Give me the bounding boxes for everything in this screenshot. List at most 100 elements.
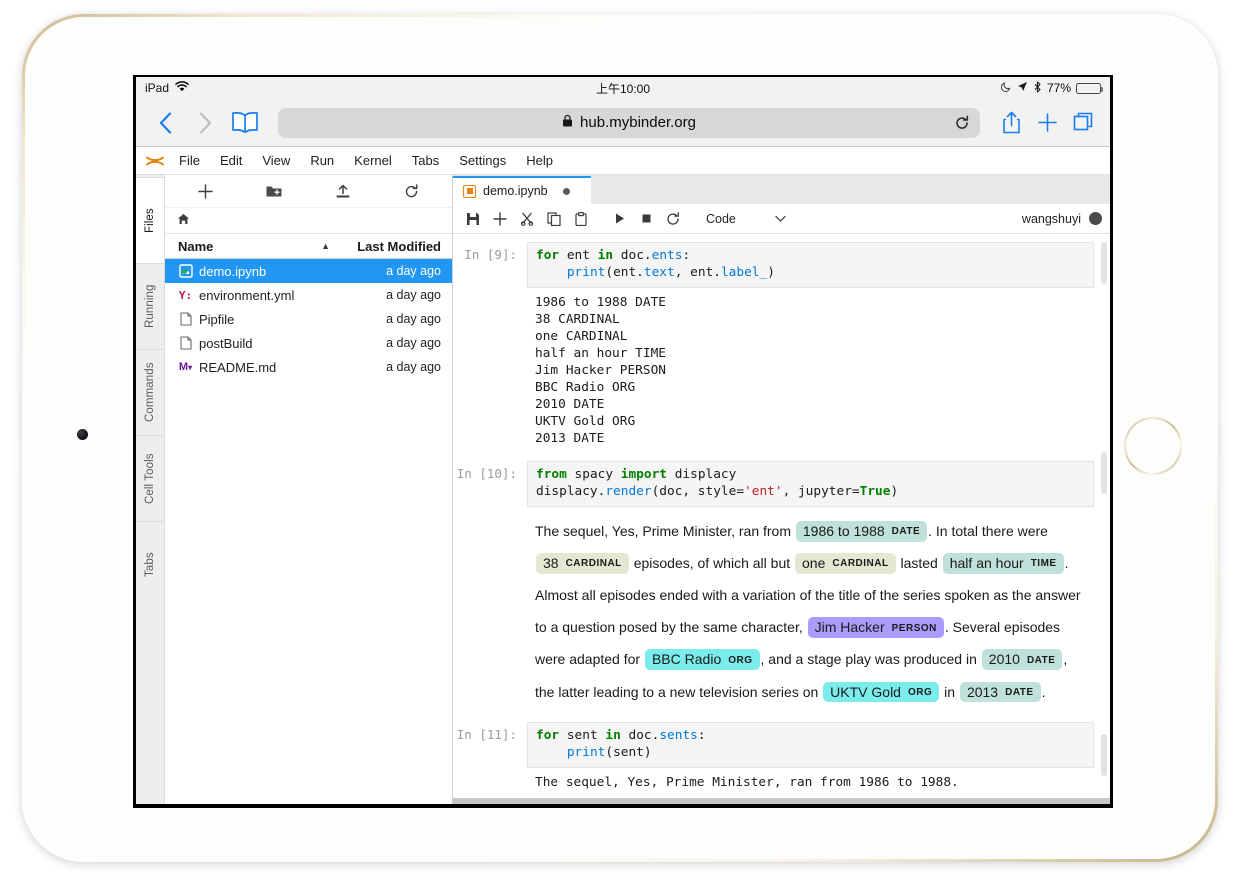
entity-cardinal: oneCARDINAL xyxy=(795,553,896,574)
wifi-icon xyxy=(175,81,189,95)
notebook-scroll-area[interactable]: In [9]: for ent in doc.ents: print(ent.t… xyxy=(453,234,1110,798)
menu-edit[interactable]: Edit xyxy=(211,149,251,172)
stop-icon[interactable] xyxy=(634,207,658,231)
file-name: postBuild xyxy=(199,336,252,351)
menu-file[interactable]: File xyxy=(170,149,209,172)
sidebar-item-running[interactable]: Running xyxy=(136,263,164,349)
column-header-name[interactable]: Name ▲ xyxy=(165,239,340,254)
notebook-cell[interactable]: In [11]: for sent in doc.sents: print(se… xyxy=(453,722,1094,793)
menu-kernel[interactable]: Kernel xyxy=(345,149,401,172)
close-icon[interactable] xyxy=(563,188,570,195)
reload-button[interactable] xyxy=(950,111,974,135)
carrier-label: iPad xyxy=(145,81,169,95)
sidebar-item-commands[interactable]: Commands xyxy=(136,349,164,435)
cell-prompt: In [9]: xyxy=(453,242,527,449)
list-item[interactable]: Y: environment.yml a day ago xyxy=(165,283,452,307)
sidebar-item-tabs[interactable]: Tabs xyxy=(136,521,164,607)
displacy-entity-output: The sequel, Yes, Prime Minister, ran fro… xyxy=(527,507,1094,712)
sort-ascending-icon: ▲ xyxy=(321,241,330,251)
notebook-icon xyxy=(463,185,476,198)
column-header-last-modified[interactable]: Last Modified xyxy=(340,239,452,254)
save-icon[interactable] xyxy=(461,207,485,231)
copy-icon[interactable] xyxy=(542,207,566,231)
insert-cell-icon[interactable] xyxy=(488,207,512,231)
file-modified: a day ago xyxy=(340,264,452,278)
battery-icon xyxy=(1076,83,1101,94)
file-name: Pipfile xyxy=(199,312,234,327)
chevron-down-icon xyxy=(775,212,786,226)
displacy-text: . In total there were xyxy=(928,523,1048,539)
tabs-overview-button[interactable] xyxy=(1068,108,1098,138)
menu-run[interactable]: Run xyxy=(301,149,343,172)
play-icon[interactable] xyxy=(607,207,631,231)
do-not-disturb-moon-icon xyxy=(1001,81,1012,95)
share-button[interactable] xyxy=(996,108,1026,138)
home-button[interactable] xyxy=(1124,417,1182,475)
location-arrow-icon xyxy=(1017,81,1028,95)
list-item[interactable]: M▾ README.md a day ago xyxy=(165,355,452,379)
entity-date: 2010DATE xyxy=(982,649,1063,670)
jupyter-logo-icon xyxy=(142,149,168,173)
list-item[interactable]: postBuild a day ago xyxy=(165,331,452,355)
jupyterlab-menu-bar: File Edit View Run Kernel Tabs Settings … xyxy=(136,147,1110,175)
dock-bottom-edge xyxy=(453,798,1110,804)
running-indicator-dot xyxy=(182,269,187,274)
kernel-user-status[interactable]: wangshuyi xyxy=(1022,212,1102,226)
notebook-tab-bar: demo.ipynb xyxy=(453,175,1110,204)
new-tab-button[interactable] xyxy=(1032,108,1062,138)
jupyterlab-main: Files Running Commands Cell Tools Tabs xyxy=(136,175,1110,804)
lock-icon xyxy=(562,114,573,131)
sidebar-item-files[interactable]: Files xyxy=(136,177,164,263)
displacy-text: in xyxy=(944,684,959,700)
notebook-toolbar: Code wangshuyi xyxy=(453,204,1110,234)
notebook-scrollbar[interactable] xyxy=(1100,234,1108,798)
file-list: demo.ipynb a day ago Y: environment.yml xyxy=(165,259,452,379)
forward-button[interactable] xyxy=(188,106,222,140)
new-launcher-button[interactable] xyxy=(171,177,240,205)
menu-view[interactable]: View xyxy=(253,149,299,172)
upload-icon[interactable] xyxy=(309,177,378,205)
ipad-screen: iPad 上午10:00 xyxy=(133,75,1113,808)
cell-type-select[interactable]: Code xyxy=(698,208,790,230)
code-editor[interactable]: for ent in doc.ents: print(ent.text, ent… xyxy=(527,242,1094,288)
entity-person: Jim HackerPERSON xyxy=(808,617,944,638)
menu-settings[interactable]: Settings xyxy=(450,149,515,172)
list-item[interactable]: Pipfile a day ago xyxy=(165,307,452,331)
back-button[interactable] xyxy=(148,106,182,140)
file-name: environment.yml xyxy=(199,288,294,303)
paste-icon[interactable] xyxy=(569,207,593,231)
url-text: hub.mybinder.org xyxy=(580,114,696,131)
bookmarks-button[interactable] xyxy=(228,106,262,140)
notebook-cell[interactable]: In [10]: from spacy import displacy disp… xyxy=(453,461,1094,712)
restart-icon[interactable] xyxy=(661,207,685,231)
breadcrumb[interactable] xyxy=(165,208,452,234)
entity-date: 2013DATE xyxy=(960,682,1041,703)
home-icon[interactable] xyxy=(177,212,190,230)
file-browser-toolbar xyxy=(165,175,452,208)
address-bar[interactable]: hub.mybinder.org xyxy=(278,108,980,138)
menu-help[interactable]: Help xyxy=(517,149,562,172)
cell-output-stream: The sequel, Yes, Prime Minister, ran fro… xyxy=(527,768,1094,793)
markdown-icon: M▾ xyxy=(178,360,193,375)
file-name: demo.ipynb xyxy=(199,264,266,279)
tab-demo-ipynb[interactable]: demo.ipynb xyxy=(453,176,591,204)
entity-time: half an hourTIME xyxy=(943,553,1064,574)
displacy-text: , and a stage play was produced in xyxy=(761,651,981,667)
notebook-cell[interactable]: In [9]: for ent in doc.ents: print(ent.t… xyxy=(453,242,1094,449)
list-item[interactable]: demo.ipynb a day ago xyxy=(165,259,452,283)
new-folder-icon[interactable] xyxy=(240,177,309,205)
displacy-text: lasted xyxy=(900,555,941,571)
cell-prompt: In [10]: xyxy=(453,461,527,712)
ipad-device-frame: iPad 上午10:00 xyxy=(22,14,1218,862)
tab-label: demo.ipynb xyxy=(483,184,548,198)
menu-tabs[interactable]: Tabs xyxy=(403,149,448,172)
file-modified: a day ago xyxy=(340,312,452,326)
file-browser-panel: Name ▲ Last Modified xyxy=(165,175,453,804)
sidebar-item-cell-tools[interactable]: Cell Tools xyxy=(136,435,164,521)
bluetooth-icon xyxy=(1033,81,1042,96)
code-editor[interactable]: from spacy import displacy displacy.rend… xyxy=(527,461,1094,507)
refresh-icon[interactable] xyxy=(377,177,446,205)
code-editor[interactable]: for sent in doc.sents: print(sent) xyxy=(527,722,1094,768)
scissors-icon[interactable] xyxy=(515,207,539,231)
yaml-icon: Y: xyxy=(178,288,193,303)
